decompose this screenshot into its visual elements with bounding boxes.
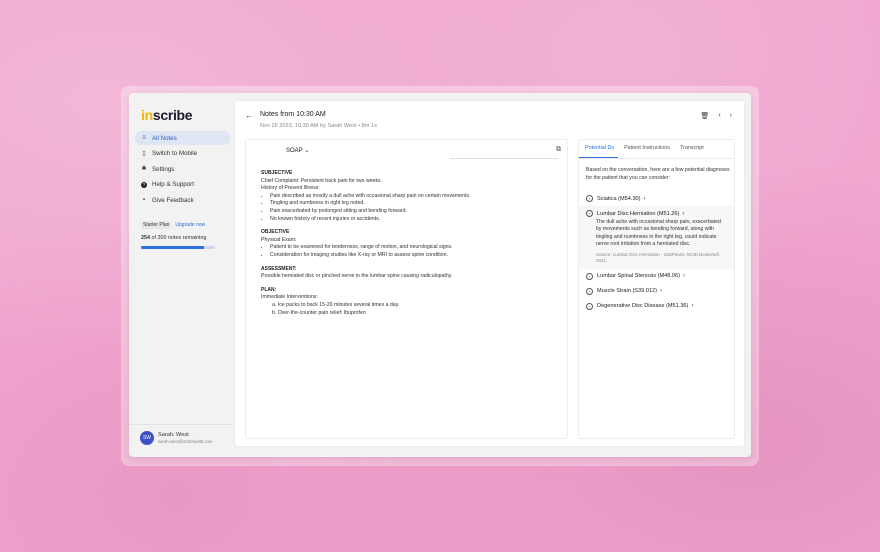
user-profile[interactable]: SW Sarah. West sarah.west@starthealth.co… (140, 431, 213, 445)
dx-item-sciatica[interactable]: + Sciatica (M54.30) › (579, 191, 734, 206)
phone-icon: ▯ (142, 150, 146, 157)
feedback-icon: ▪ (142, 197, 146, 203)
list-item: No known history of recent injuries or a… (270, 216, 561, 224)
upgrade-link[interactable]: Upgrade now (175, 222, 205, 228)
chevron-right-icon[interactable]: › (730, 112, 732, 120)
list-item: Pain exacerbated by prolonged sitting an… (270, 208, 561, 216)
sidebar-item-feedback[interactable]: ▪ Give Feedback (135, 193, 230, 207)
chevron-down-icon: ⌄ (304, 148, 310, 154)
chevron-right-icon: › (691, 303, 694, 310)
sidebar-divider (129, 424, 233, 425)
main-panel: ← Notes from 10:30 AM Nov 26 2023, 10:30… (235, 101, 744, 446)
sidebar: inscribe ≡ All Notes ▯ Switch to Mobile … (129, 93, 233, 457)
usage-progress-bar (141, 246, 215, 249)
app-window: inscribe ≡ All Notes ▯ Switch to Mobile … (129, 93, 751, 457)
usage-progress-fill (141, 246, 204, 249)
header-divider (450, 158, 558, 159)
sidebar-item-label: Switch to Mobile (152, 150, 198, 157)
plus-icon: + (586, 287, 593, 295)
plan-widget: Starter Plan Upgrade now 254 of 300 note… (141, 221, 221, 249)
chevron-right-icon: › (682, 210, 685, 217)
sidebar-item-label: Help & Support (152, 181, 194, 188)
section-heading: ASSESSMENT: (261, 265, 297, 272)
diagnosis-panel: Potential Dx Patient Instructions Transc… (578, 139, 735, 439)
tab-transcript[interactable]: Transcript (674, 140, 708, 158)
sidebar-nav: ≡ All Notes ▯ Switch to Mobile ✱ Setting… (135, 131, 230, 209)
dx-detail: The dull ache with occasional sharp pain… (596, 219, 721, 248)
exam-label: Physical Exam: (261, 236, 297, 243)
chevron-right-icon: › (643, 195, 646, 202)
tab-potential-dx[interactable]: Potential Dx (579, 140, 619, 158)
copy-icon[interactable]: ⧉ (556, 146, 561, 154)
dx-source: Source: Lumbar Disc Herniation - StatPea… (596, 251, 721, 263)
section-heading: SUBJECTIVE (261, 170, 293, 176)
user-email: sarah.west@starthealth.com (158, 439, 213, 444)
section-heading: OBJECTIVE (261, 229, 290, 236)
sidebar-item-all-notes[interactable]: ≡ All Notes (135, 131, 230, 145)
dx-label: Sciatica (M54.30) (597, 195, 641, 202)
plus-icon: + (586, 195, 593, 202)
help-icon: ? (141, 181, 147, 188)
app-logo: inscribe (141, 107, 193, 123)
dx-item-spinal-stenosis[interactable]: + Lumbar Spinal Stenosis (M48.06) › (579, 269, 734, 284)
list-item: a. Ice packs to back 15-20 minutes sever… (272, 301, 400, 308)
chevron-left-icon[interactable]: ‹ (718, 112, 720, 120)
sidebar-item-label: Settings (152, 165, 175, 173)
page-title: Notes from 10:30 AM (260, 111, 326, 118)
chevron-right-icon: › (683, 273, 686, 280)
notes-card: SOAP ⌄ ⧉ SUBJECTIVE Chief Complaint: Per… (245, 139, 568, 439)
chevron-right-icon: › (660, 288, 663, 295)
user-name: Sarah. West (158, 432, 189, 438)
dx-item-muscle-strain[interactable]: + Muscle Strain (S39.012) › (579, 284, 734, 299)
page-subtitle: Nov 26 2023, 10:30 AM by Sarah West • 8m… (260, 123, 377, 129)
header-actions: 🗑 ‹ › (700, 112, 732, 120)
sidebar-item-switch-mobile[interactable]: ▯ Switch to Mobile (135, 147, 230, 161)
assessment-text: Possible herniated disc or pinched nerve… (261, 273, 453, 280)
sidebar-item-settings[interactable]: ✱ Settings (135, 162, 230, 176)
back-arrow-icon[interactable]: ← (245, 111, 253, 120)
dx-intro: Based on the conversation, here are a fe… (586, 167, 730, 181)
trash-icon[interactable]: 🗑 (700, 112, 709, 120)
notes-remaining: 254 of 300 notes remaining (141, 235, 207, 241)
dx-list: + Sciatica (M54.30) › + Lumbar Disc Hern… (579, 191, 734, 314)
chief-complaint: Chief Complaint: Persistent back pain fo… (261, 177, 383, 184)
format-dropdown[interactable]: SOAP ⌄ (286, 147, 309, 154)
sidebar-item-label: All Notes (152, 134, 177, 142)
tab-patient-instructions[interactable]: Patient Instructions (618, 140, 674, 158)
section-heading: PLAN: (261, 286, 277, 293)
list-item: Pain described as mostly a dull ache wit… (270, 193, 561, 201)
plus-icon: + (586, 302, 593, 310)
list-icon: ≡ (142, 135, 146, 141)
plus-icon: + (586, 210, 593, 217)
sidebar-item-help[interactable]: ? Help & Support (135, 178, 230, 192)
sidebar-item-label: Give Feedback (152, 196, 194, 204)
dx-label: Lumbar Disc Herniation (M51.26) (597, 210, 680, 217)
dx-item-degenerative-disc[interactable]: + Degenerative Disc Disease (M51.36) › (579, 299, 734, 314)
list-item: Tingling and numbness in right leg noted… (270, 200, 561, 208)
list-item: b. Over-the-counter pain relief: Ibuprof… (272, 309, 366, 316)
history-label: History of Present Illness: (261, 185, 320, 192)
plus-icon: + (586, 272, 593, 280)
dx-label: Muscle Strain (S39.012) (597, 288, 658, 295)
gear-icon: ✱ (141, 166, 147, 172)
plan-badge: Starter Plan (141, 221, 172, 229)
dx-label: Lumbar Spinal Stenosis (M48.06) (597, 273, 681, 280)
soap-note-body: SUBJECTIVE Chief Complaint: Persistent b… (261, 170, 561, 317)
avatar: SW (140, 431, 154, 445)
dx-item-expanded: + Lumbar Disc Herniation (M51.26) › The … (579, 206, 734, 269)
plan-label: Immediate Interventions: (261, 294, 318, 301)
panel-tabs: Potential Dx Patient Instructions Transc… (579, 140, 734, 159)
list-item: Consideration for imaging studies like X… (270, 252, 561, 260)
dx-label: Degenerative Disc Disease (M51.36) (597, 303, 689, 310)
list-item: Patient to be examined for tenderness, r… (270, 244, 561, 252)
